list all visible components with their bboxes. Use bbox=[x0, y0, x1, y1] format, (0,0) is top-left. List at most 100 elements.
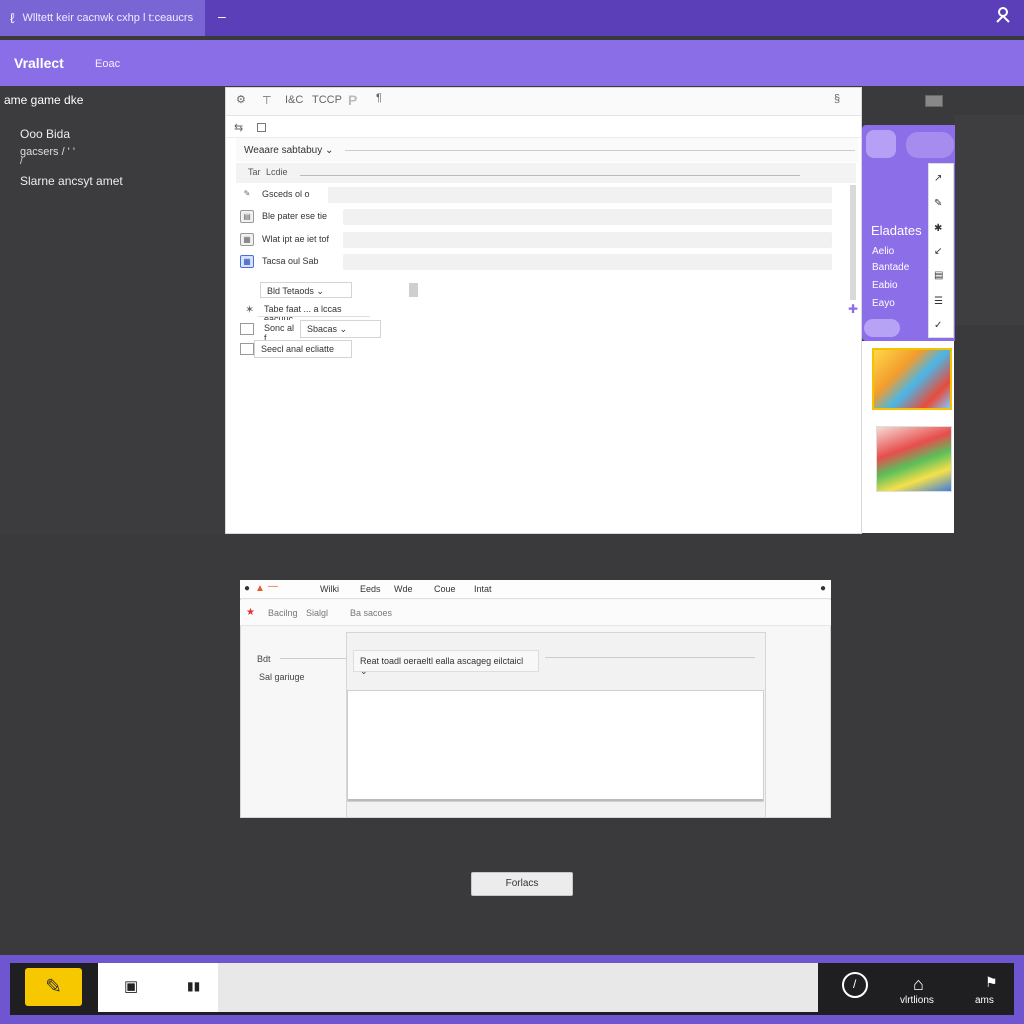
category-dropdown[interactable]: Weaare sabtabuy ⌄ bbox=[244, 145, 333, 156]
left-panel-heading: ame game dke bbox=[4, 93, 84, 107]
side-card-title: Eladates bbox=[871, 223, 922, 238]
scrollbar[interactable] bbox=[850, 185, 856, 300]
settings-icon[interactable]: ⚙ bbox=[236, 93, 246, 106]
list-item[interactable]: ▦ Wlat ipt ae iet tof bbox=[238, 231, 832, 251]
side-pill-button[interactable] bbox=[906, 132, 954, 158]
chart-icon[interactable]: ▮▮ bbox=[187, 979, 200, 993]
window-tab[interactable]: ℓ Wlltett keir cacnwk cxhp l t:ceaucrs bbox=[0, 0, 205, 36]
side-card-item[interactable]: Aelio bbox=[872, 246, 894, 257]
warning-icon[interactable]: ▲ bbox=[255, 583, 265, 594]
side-card-button[interactable] bbox=[864, 319, 900, 337]
editor-subtoolbar bbox=[226, 116, 861, 138]
taskbar-label[interactable]: ams bbox=[975, 995, 994, 1006]
size-label: Sonc al f bbox=[258, 320, 302, 343]
forlacs-button[interactable]: Forlacs bbox=[471, 872, 573, 896]
record-icon[interactable]: ● bbox=[244, 583, 250, 594]
minimize-button[interactable]: – bbox=[218, 8, 226, 24]
list-item-bar bbox=[343, 254, 832, 270]
arrow-icon[interactable]: ↙ bbox=[934, 246, 942, 257]
menu-item[interactable]: Eeds bbox=[360, 584, 381, 594]
dialog-label: Bdt bbox=[257, 654, 271, 664]
divider bbox=[300, 175, 800, 176]
window-title: Wlltett keir cacnwk cxhp l t:ceaucrs bbox=[22, 12, 194, 24]
dialog-textarea[interactable] bbox=[347, 690, 764, 802]
sub-row-label: Tar bbox=[248, 167, 261, 177]
pin-icon[interactable]: ✱ bbox=[934, 223, 942, 234]
dialog-select[interactable]: Reat toadl oeraeltl ealla ascageg eilcta… bbox=[353, 650, 539, 676]
game-thumbnail[interactable] bbox=[876, 426, 952, 492]
left-panel-mark: / bbox=[20, 156, 23, 167]
briefcase-icon[interactable]: ▣ bbox=[124, 977, 138, 995]
side-card-item[interactable]: Eayo bbox=[872, 298, 895, 309]
app-icon: ℓ bbox=[10, 10, 15, 26]
image-icon bbox=[240, 343, 254, 355]
list-item-label: Ble pater ese tie bbox=[262, 211, 328, 221]
toolbar-item[interactable]: Sialgl bbox=[306, 608, 328, 618]
list-item-label: Tacsa oul Sab bbox=[262, 256, 319, 266]
list-icon[interactable]: ☰ bbox=[934, 296, 943, 307]
square-icon[interactable] bbox=[257, 123, 266, 132]
toolbar-item[interactable]: Bacilng bbox=[268, 608, 298, 618]
box-icon bbox=[240, 323, 254, 335]
format-button[interactable]: ¶ bbox=[376, 92, 382, 104]
undo-icon[interactable]: ⇆ bbox=[234, 121, 243, 134]
side-card-item[interactable]: Bantade bbox=[872, 262, 909, 273]
left-panel-item[interactable]: Slarne ancsyt amet bbox=[20, 174, 123, 188]
image-icon: ▤ bbox=[240, 210, 254, 223]
caption-field[interactable]: Seecl anal ecliatte bbox=[254, 340, 352, 358]
page-icon[interactable]: ▤ bbox=[934, 270, 943, 281]
dialog-toolbar bbox=[240, 600, 831, 626]
menu-item[interactable]: Intat bbox=[474, 584, 492, 594]
menu-item[interactable]: Wde bbox=[394, 584, 413, 594]
style-field[interactable]: Tabe faat ... a lccas eacuuc ⌄ bbox=[258, 301, 370, 324]
clock-hand-icon: / bbox=[853, 977, 857, 991]
header-link[interactable]: Eoac bbox=[95, 58, 120, 70]
list-item[interactable]: ▦ Tacsa oul Sab bbox=[238, 253, 832, 273]
menu-item[interactable]: Wilki bbox=[320, 584, 339, 594]
pin-icon: ✶ bbox=[245, 304, 255, 316]
app-header bbox=[0, 40, 1024, 86]
left-panel-item[interactable]: Ooo Bida bbox=[20, 127, 70, 141]
left-panel-item[interactable]: gacsers / ' ' bbox=[20, 146, 75, 158]
toolbar-item[interactable]: TCCP bbox=[312, 94, 342, 106]
pen-icon[interactable]: ✎ bbox=[934, 198, 942, 209]
paragraph-button[interactable]: P bbox=[348, 92, 357, 108]
user-icon[interactable] bbox=[996, 7, 1010, 28]
list-item[interactable]: ✎ Gsceds ol o bbox=[238, 186, 832, 206]
sub-row bbox=[236, 163, 856, 183]
right-strip-panel bbox=[954, 115, 1024, 325]
taskbar-label[interactable]: vlrtlions bbox=[900, 995, 934, 1006]
star-icon[interactable]: ★ bbox=[246, 607, 255, 618]
size-select[interactable]: Sbacas ⌄ bbox=[300, 320, 381, 338]
app-title: Vrallect bbox=[14, 55, 64, 71]
list-item-bar bbox=[343, 232, 832, 248]
divider bbox=[345, 150, 855, 151]
home-icon[interactable]: ⌂ bbox=[913, 974, 924, 995]
line-icon[interactable]: — bbox=[268, 581, 278, 592]
toolbar-item[interactable]: I&C bbox=[285, 94, 303, 106]
pen-icon: ✎ bbox=[243, 189, 251, 198]
toolbar-item[interactable]: Ba sacoes bbox=[350, 608, 392, 618]
scroll-thumb[interactable] bbox=[409, 283, 418, 297]
list-item-label: Wlat ipt ae iet tof bbox=[262, 234, 330, 244]
cursor-icon[interactable]: ↗ bbox=[934, 173, 942, 184]
font-field[interactable]: Bld Tetaods ⌄ bbox=[260, 282, 352, 298]
close-icon[interactable]: ● bbox=[820, 583, 826, 594]
menu-item[interactable]: Coue bbox=[434, 584, 456, 594]
side-card-item[interactable]: Eabio bbox=[872, 280, 898, 291]
edit-app-button[interactable]: ✎ bbox=[25, 968, 82, 1006]
flag-icon[interactable]: ⚑ bbox=[985, 974, 998, 991]
divider bbox=[280, 658, 346, 659]
list-item-label: Gsceds ol o bbox=[262, 189, 310, 199]
list-item[interactable]: ▤ Ble pater ese tie bbox=[238, 208, 832, 228]
filter-icon[interactable]: ⊤ bbox=[262, 94, 272, 107]
game-thumbnail[interactable] bbox=[872, 348, 952, 410]
keyboard-icon[interactable] bbox=[925, 95, 943, 107]
divider bbox=[545, 657, 755, 658]
sub-row-label: Lcdie bbox=[266, 167, 288, 177]
check-icon[interactable]: ✓ bbox=[934, 320, 942, 331]
plus-icon[interactable]: ✚ bbox=[848, 302, 858, 316]
dollar-icon[interactable]: § bbox=[834, 93, 840, 105]
grid-icon: ▦ bbox=[240, 255, 254, 268]
side-pill-button[interactable] bbox=[866, 130, 896, 158]
